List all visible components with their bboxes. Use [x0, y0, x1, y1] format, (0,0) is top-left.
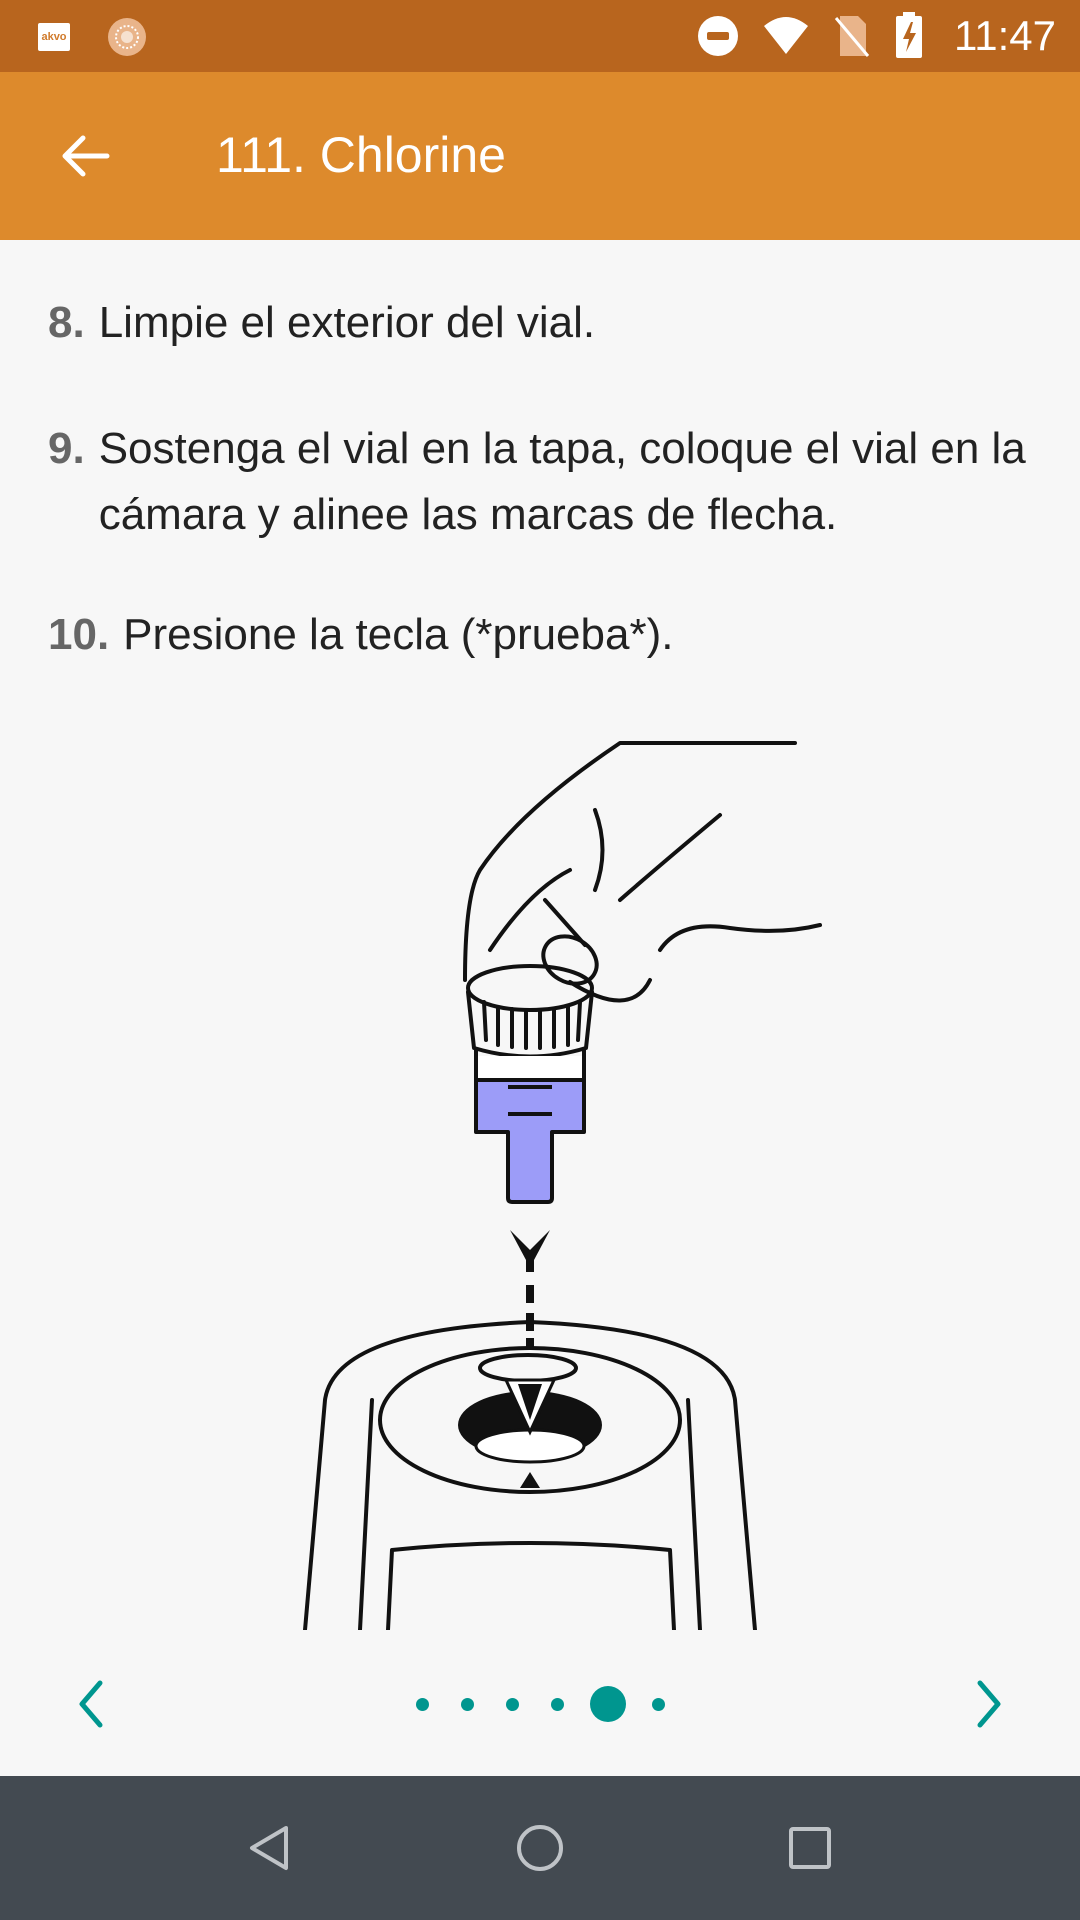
page-dot[interactable] — [460, 1697, 474, 1711]
system-back-button[interactable] — [234, 1812, 306, 1884]
app-bar: 111. Chlorine — [0, 72, 1080, 240]
vial-insertion-illustration — [303, 741, 822, 1630]
back-button[interactable] — [40, 116, 130, 196]
back-triangle-icon — [250, 1826, 288, 1870]
step-number: 10. — [48, 610, 110, 659]
do-not-disturb-icon — [698, 16, 738, 56]
page-dot[interactable] — [550, 1697, 564, 1711]
instruction-step: 9. Sostenga el vial en la tapa, coloque … — [48, 416, 1038, 548]
page-indicator — [0, 1664, 1080, 1744]
status-bar: akvo 11:47 — [0, 0, 1080, 72]
page-dot[interactable] — [651, 1697, 665, 1711]
battery-charging-icon — [896, 12, 922, 58]
home-circle-icon — [517, 1825, 563, 1871]
next-page-button[interactable] — [954, 1672, 1024, 1736]
instruction-step: 10. Presione la tecla (*prueba*). — [48, 602, 1038, 668]
akvo-app-icon: akvo — [38, 23, 70, 51]
recents-square-icon — [789, 1827, 831, 1869]
chevron-right-icon — [977, 1680, 1001, 1728]
instruction-step: 8. Limpie el exterior del vial. — [48, 290, 1038, 356]
arrow-back-icon — [62, 135, 110, 177]
pager — [0, 1664, 1080, 1744]
page-title: 111. Chlorine — [216, 127, 506, 183]
no-sim-icon — [834, 16, 870, 57]
step-number: 9. — [48, 424, 85, 473]
sun-icon — [108, 18, 146, 56]
system-home-button[interactable] — [504, 1812, 576, 1884]
system-nav-bar — [0, 1776, 1080, 1920]
step-text: Presione la tecla (*prueba*). — [123, 610, 674, 659]
step-text: Limpie el exterior del vial. — [98, 298, 596, 347]
step-number: 8. — [48, 298, 85, 347]
page-dot[interactable] — [415, 1697, 429, 1711]
page-dot[interactable] — [505, 1697, 519, 1711]
step-text: Sostenga el vial en la tapa, coloque el … — [98, 424, 1026, 539]
status-time: 11:47 — [954, 12, 1056, 59]
wifi-icon — [764, 17, 808, 54]
page-dot-active[interactable] — [589, 1686, 626, 1722]
system-recents-button[interactable] — [774, 1812, 846, 1884]
